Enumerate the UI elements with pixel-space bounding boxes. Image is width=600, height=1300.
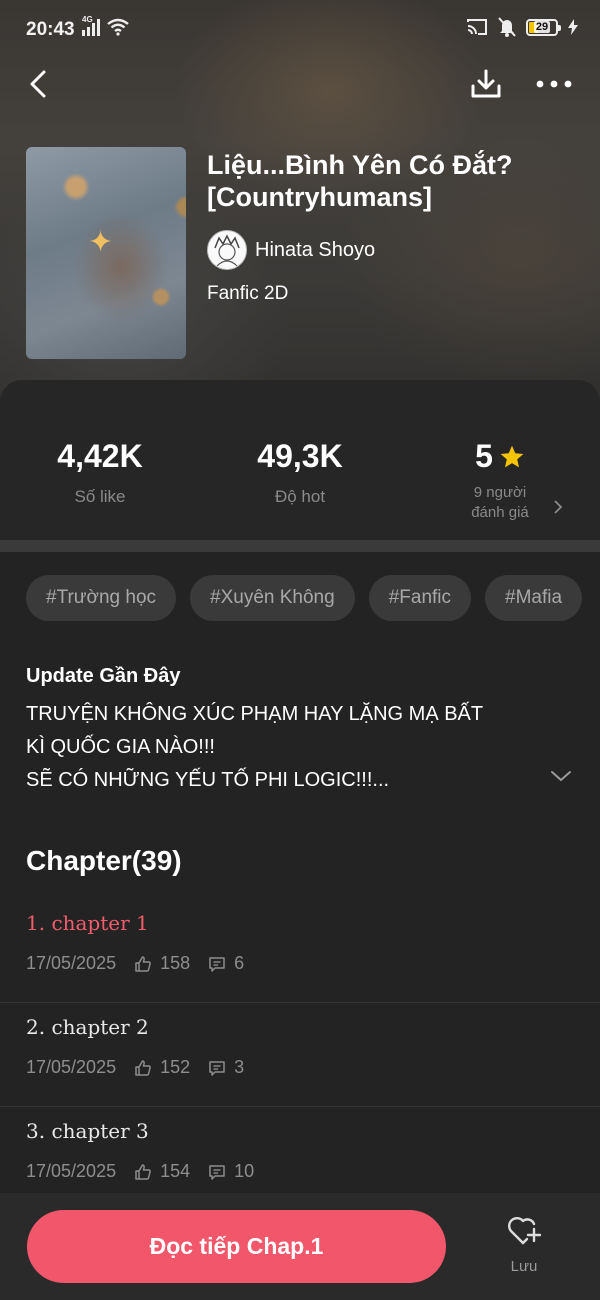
chapter-meta: 17/05/2025 154 10	[26, 1161, 254, 1182]
likes-value: 4,42K	[57, 438, 143, 474]
book-title: Liệu...Bình Yên Có Đắt? [Countryhumans]	[207, 150, 513, 212]
chapter-meta: 17/05/2025 152 3	[26, 1057, 244, 1078]
chapter-date: 17/05/2025	[26, 1161, 117, 1181]
update-line: KÌ QUỐC GIA NÀO!!!	[26, 736, 215, 758]
tag-chip[interactable]: #Xuyên Không	[190, 575, 355, 621]
bottom-action-bar: Đọc tiếp Chap.1 Lưu	[0, 1193, 600, 1300]
top-nav	[0, 60, 600, 108]
save-button[interactable]: Lưu	[494, 1215, 554, 1279]
chapter-title: 2. chapter 2	[26, 1015, 149, 1039]
stat-hot: 49,3K Độ hot	[200, 438, 400, 507]
book-cover[interactable]: ✦	[26, 147, 186, 359]
tag-chip[interactable]: #Trường học	[26, 575, 177, 621]
chapter-date: 17/05/2025	[26, 953, 117, 973]
chapter-likes: 158	[160, 953, 191, 973]
battery-icon: 29	[526, 18, 561, 36]
chapter-row[interactable]: 1. chapter 1 17/05/2025 158 6	[0, 899, 600, 1003]
status-bar: 20:43 4G 29	[0, 0, 600, 60]
tag-list: #Trường học #Xuyên Không #Fanfic #Mafia	[26, 575, 583, 621]
tag-chip[interactable]: #Mafia	[485, 575, 583, 621]
cover-star-decoration: ✦	[88, 226, 114, 259]
chapter-title: 1. chapter 1	[26, 911, 149, 935]
status-left-icons: 4G	[82, 15, 130, 36]
mute-bell-icon	[498, 17, 516, 37]
chevron-down-icon[interactable]	[548, 768, 574, 784]
status-right-icons: 29	[466, 17, 578, 37]
author-avatar	[207, 230, 247, 270]
chapter-date: 17/05/2025	[26, 1057, 117, 1077]
thumbs-up-icon	[134, 1059, 152, 1077]
back-button[interactable]	[20, 64, 56, 104]
chapter-comments: 6	[234, 953, 245, 973]
comment-icon	[208, 1163, 226, 1181]
chapter-count-heading: Chapter(39)	[26, 845, 182, 876]
chapter-row[interactable]: 2. chapter 2 17/05/2025 152 3	[0, 1003, 600, 1107]
stat-likes: 4,42K Số like	[0, 438, 200, 507]
author-link[interactable]: Hinata Shoyo	[207, 230, 375, 270]
thumbs-up-icon	[134, 1163, 152, 1181]
status-time: 20:43	[26, 19, 75, 40]
tag-chip[interactable]: #Fanfic	[368, 575, 472, 621]
stat-rating[interactable]: 5 9 người đánh giá	[400, 438, 600, 523]
update-description[interactable]: TRUYỆN KHÔNG XÚC PHẠM HAY LẶNG MẠ BẤT KÌ…	[26, 698, 546, 797]
download-button[interactable]	[466, 64, 506, 104]
comment-icon	[208, 955, 226, 973]
chapter-likes: 154	[160, 1161, 191, 1181]
charging-icon	[568, 19, 578, 35]
continue-reading-button[interactable]: Đọc tiếp Chap.1	[27, 1210, 446, 1283]
chapter-title: 3. chapter 3	[26, 1119, 149, 1143]
hot-label: Độ hot	[274, 487, 326, 506]
cell-signal-icon: 4G	[82, 15, 100, 36]
stats-card: 4,42K Số like 49,3K Độ hot 5 9 người đán…	[0, 380, 600, 540]
chapter-comments: 10	[234, 1161, 255, 1181]
network-type: 4G	[82, 15, 93, 24]
star-icon	[500, 445, 524, 467]
chapter-meta: 17/05/2025 158 6	[26, 953, 244, 974]
more-dots-icon	[536, 80, 572, 88]
rating-label-line2: đánh giá	[471, 504, 529, 521]
thumbs-up-icon	[134, 955, 152, 973]
hot-value: 49,3K	[257, 438, 343, 474]
chevron-left-icon	[30, 70, 46, 98]
update-line: SẼ CÓ NHỮNG YẾU TỐ PHI LOGIC!!!...	[26, 769, 390, 791]
author-name: Hinata Shoyo	[255, 238, 376, 261]
book-category: Fanfic 2D	[207, 283, 289, 304]
download-icon	[471, 69, 501, 98]
save-label: Lưu	[510, 1258, 538, 1275]
more-options-button[interactable]	[532, 64, 576, 104]
update-heading: Update Gần Đây	[26, 665, 181, 687]
section-divider	[0, 540, 600, 552]
chapter-likes: 152	[160, 1057, 191, 1077]
wifi-icon	[107, 18, 129, 36]
update-line: TRUYỆN KHÔNG XÚC PHẠM HAY LẶNG MẠ BẤT	[26, 703, 484, 725]
chevron-right-icon[interactable]	[552, 500, 564, 514]
chapter-comments: 3	[234, 1057, 245, 1077]
heart-plus-icon	[508, 1217, 542, 1245]
avatar-sketch-icon	[214, 234, 240, 267]
battery-level: 29	[533, 21, 551, 33]
likes-label: Số like	[74, 487, 126, 506]
cast-icon	[467, 19, 487, 35]
rating-label-line1: 9 người	[473, 484, 527, 501]
comment-icon	[208, 1059, 226, 1077]
rating-value: 5	[475, 438, 493, 474]
